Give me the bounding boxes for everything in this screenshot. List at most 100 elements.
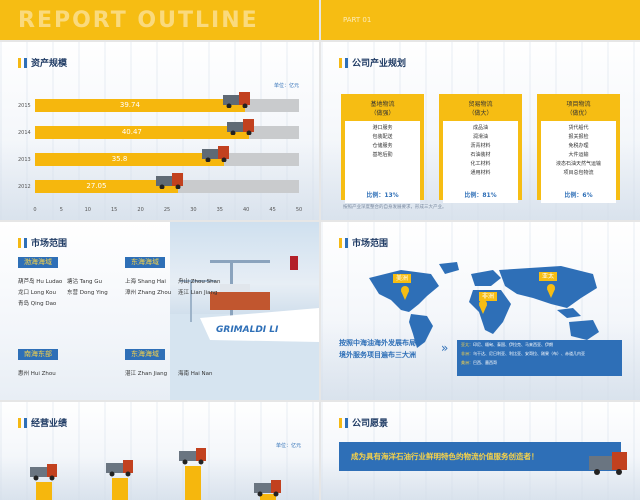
card-header: 项目物流 （做优）	[537, 100, 620, 118]
truck-icon	[222, 92, 250, 108]
map-label-africa: 非洲	[479, 292, 498, 301]
y-tick-label: 2012	[18, 184, 31, 190]
slide-title-text: 公司产业规划	[352, 59, 407, 69]
slide-market-1: GRIMALDI LI 市场范围 渤海海域 葫芦岛 Hu Ludao 塘沽 Ta…	[0, 222, 319, 400]
unit-label: 单位：亿元	[274, 83, 300, 89]
card-percentage: 比例：6%	[564, 192, 593, 199]
card-item: 港口服务	[372, 125, 393, 131]
bar-value-label: 40.47	[121, 128, 142, 136]
slide-title: 公司产业规划	[339, 56, 406, 69]
x-tick-label: 10	[84, 207, 91, 213]
truck-icon	[254, 480, 281, 497]
card-item: 液态石油天然气运输	[555, 161, 601, 167]
vision-statement: 成为具有海洋石油行业鲜明特色的物流价值服务创造者！	[339, 442, 621, 471]
card-percentage: 比例：13%	[366, 192, 399, 199]
slide-title-text: 市场范围	[352, 239, 389, 249]
place-label: 东营 Dong Ying	[67, 290, 108, 296]
place-label: 龙口 Long Kou	[18, 290, 56, 296]
card-title: 基地物流	[370, 101, 395, 108]
plan-note: 按照产业深度整合的自身发展要求，形成三大产业。	[343, 205, 447, 210]
x-tick-label: 50	[295, 207, 303, 213]
info-line: 美洲：巴西、墨西哥	[461, 360, 497, 365]
bar-value-label: 39.74	[119, 101, 140, 109]
card-body: 港口服务 包装配送 仓储服务 基地后勤 比例：13%	[345, 121, 420, 203]
card-item: 沥青材料	[470, 143, 491, 149]
y-tick-label: 2013	[18, 157, 31, 163]
x-tick-label: 40	[243, 207, 250, 213]
ship-hull-text: GRIMALDI LI	[216, 325, 279, 335]
slide-title: 资产规模	[18, 56, 67, 69]
place-label: 漳州 Zhang Zhou	[125, 290, 172, 296]
slide-title: 市场范围	[18, 236, 67, 249]
truck-icon	[179, 448, 206, 465]
card-item: 化工材料	[470, 161, 491, 167]
truck-icon	[155, 173, 183, 189]
cover-watermark-title: REPORT OUTLINE	[18, 8, 259, 33]
place-label: 连江 Lian Jiang	[178, 290, 218, 296]
perf-bar	[112, 478, 128, 500]
place-label: 海南 Hai Nan	[178, 371, 213, 377]
card-item: 石油装材	[470, 152, 491, 158]
card-item: 货代船代	[568, 125, 589, 131]
card-subtitle: （做大）	[468, 110, 493, 117]
map-label-asia: 亚太	[539, 272, 558, 281]
x-tick-label: 15	[111, 207, 118, 213]
slide-cover: REPORT OUTLINE	[0, 0, 319, 40]
info-box: 亚太：印尼、缅甸、泰国、伊拉克、马来西亚、伊朗 非洲：乌干达、尼日利亚、利比亚、…	[457, 340, 622, 376]
place-label: 上海 Shang Hai	[125, 279, 166, 285]
truck-icon	[589, 452, 627, 475]
region-tag: 渤海海域	[18, 257, 58, 268]
tagline-2: 境外服务项目遍布三大洲	[339, 351, 416, 359]
slide-title-text: 资产规模	[31, 59, 68, 69]
card-item: 包装配送	[372, 134, 393, 140]
x-tick-label: 5	[59, 207, 63, 213]
slide-title: 市场范围	[339, 236, 388, 249]
truck-icon	[202, 146, 230, 162]
region-tag: 南海东部	[18, 349, 58, 360]
place-label: 青岛 Qing Dao	[18, 301, 57, 307]
card-item: 大件运输	[568, 152, 589, 158]
card-header: 基地物流 （做强）	[341, 100, 424, 118]
place-label: 惠州 Hui Zhou	[18, 371, 56, 377]
info-line: 亚太：印尼、缅甸、泰国、伊拉克、马来西亚、伊朗	[461, 342, 553, 347]
x-tick-label: 25	[163, 207, 171, 213]
x-tick-label: 45	[269, 207, 276, 213]
y-tick-label: 2014	[18, 130, 31, 136]
plan-card: 项目物流 （做优） 货代船代 报关报检 免税办理 大件运输 液态石油天然气运输 项目总包物流比…	[537, 94, 620, 203]
card-item: 润滑油	[472, 134, 488, 140]
region-tag: 东海海域	[125, 257, 165, 268]
x-tick-label: 30	[190, 207, 197, 213]
slide-performance: 经营业绩 单位：亿元	[0, 402, 319, 500]
y-tick-label: 2015	[18, 103, 31, 109]
card-item: 通用材料	[470, 170, 491, 176]
slide-vision: 公司愿景 成为具有海洋石油行业鲜明特色的物流价值服务创造者！	[321, 402, 640, 500]
slide-title-text: 经营业绩	[31, 419, 68, 429]
x-tick-label: 35	[216, 207, 223, 213]
slide-title: 公司愿景	[339, 416, 388, 429]
card-item: 基地后勤	[372, 152, 393, 158]
slide-title-text: 市场范围	[31, 239, 68, 249]
part-label: PART 01	[343, 16, 372, 24]
slide-part: PART 01	[321, 0, 640, 40]
perf-bar	[185, 466, 201, 500]
place-label: 舟山 Zhou Shan	[178, 279, 221, 285]
bar-value-label: 35.8	[111, 155, 128, 163]
place-label: 葫芦岛 Hu Ludao	[18, 279, 63, 285]
slide-plan: 公司产业规划 基地物流 （做强） 港口服务 包装配送 仓储服务 基地后勤 比例：13% 贸易物…	[321, 42, 640, 220]
card-item: 项目总包物流	[563, 170, 594, 176]
region-tag: 东海海域	[125, 349, 165, 360]
card-subtitle: （做优）	[566, 110, 591, 117]
place-label: 塘沽 Tang Gu	[67, 279, 103, 285]
card-title: 项目物流	[566, 101, 591, 108]
info-line: 非洲：乌干达、尼日利亚、利比亚、安哥拉、刚果（布）、赤道几内亚	[461, 351, 585, 356]
card-title: 贸易物流	[468, 101, 493, 108]
plan-card: 贸易物流 （做大） 成品油 润滑油 沥青材料 石油装材 化工材料 通用材料 比例：81%	[439, 94, 522, 203]
unit-label: 单位：亿元	[276, 443, 302, 449]
plan-card: 基地物流 （做强） 港口服务 包装配送 仓储服务 基地后勤 比例：13%	[341, 94, 424, 203]
truck-icon	[226, 119, 254, 135]
bar-value-label: 27.05	[86, 182, 107, 190]
place-label: 湛江 Zhan Jiang	[125, 371, 168, 377]
map-label-america: 美洲	[393, 274, 412, 283]
x-tick-label: 0	[33, 207, 37, 213]
slide-title-text: 公司愿景	[352, 419, 389, 429]
